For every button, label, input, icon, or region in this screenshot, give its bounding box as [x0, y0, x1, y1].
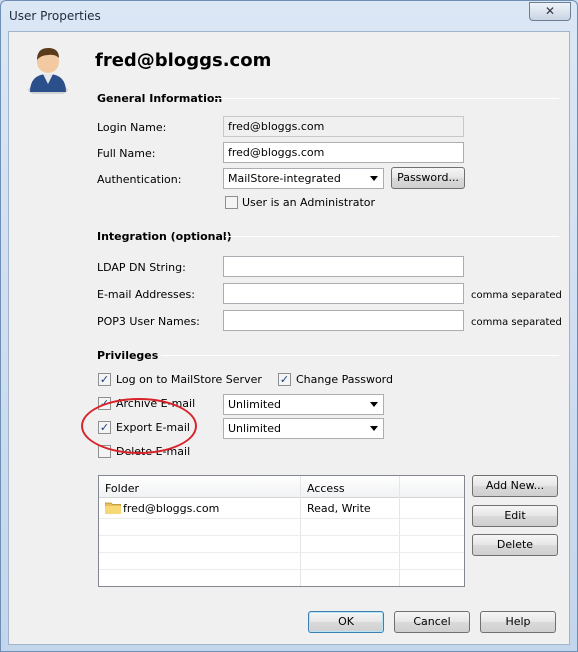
- email-addresses-field[interactable]: [223, 283, 464, 304]
- close-button[interactable]: ✕: [529, 2, 571, 21]
- integration-divider: [225, 236, 559, 237]
- column-header-folder[interactable]: Folder: [105, 482, 139, 495]
- edit-button[interactable]: Edit: [472, 505, 558, 527]
- pop3-label: POP3 User Names:: [97, 315, 200, 328]
- export-limit-select[interactable]: Unlimited: [223, 418, 384, 439]
- ldap-label: LDAP DN String:: [97, 261, 186, 274]
- privileges-divider: [161, 355, 559, 356]
- window-title: User Properties: [9, 9, 101, 23]
- title-bar[interactable]: User Properties ✕: [1, 1, 577, 31]
- general-divider: [215, 98, 559, 99]
- row-divider: [99, 552, 464, 553]
- table-row[interactable]: fred@bloggs.com Read, Write: [99, 499, 464, 518]
- folder-name: fred@bloggs.com: [123, 502, 220, 515]
- folder-access-table[interactable]: Folder Access fred@bloggs.com Read, Writ…: [98, 475, 465, 587]
- user-avatar-icon: [28, 48, 68, 94]
- row-divider: [99, 569, 464, 570]
- pop3-hint: comma separated: [471, 317, 562, 328]
- chevron-down-icon: [370, 402, 378, 407]
- row-divider: [99, 535, 464, 536]
- cancel-button[interactable]: Cancel: [394, 611, 470, 633]
- login-label: Login Name:: [97, 121, 167, 134]
- delete-button[interactable]: Delete: [472, 534, 558, 556]
- check-icon: ✓: [99, 373, 110, 386]
- row-divider: [99, 518, 464, 519]
- chevron-down-icon: [370, 426, 378, 431]
- fullname-label: Full Name:: [97, 147, 156, 160]
- ldap-dn-field[interactable]: [223, 256, 464, 277]
- highlight-annotation: [81, 398, 197, 454]
- general-section-title: General Information: [97, 92, 223, 105]
- chevron-down-icon: [370, 176, 378, 181]
- change-password-label: Change Password: [296, 373, 393, 386]
- dialog-client: fred@bloggs.com General Information Logi…: [8, 31, 570, 645]
- auth-label: Authentication:: [97, 173, 182, 186]
- export-limit-value: Unlimited: [228, 422, 281, 435]
- full-name-field[interactable]: fred@bloggs.com: [223, 142, 464, 163]
- user-heading: fred@bloggs.com: [95, 50, 272, 71]
- authentication-value: MailStore-integrated: [228, 172, 341, 185]
- email-hint: comma separated: [471, 290, 562, 301]
- close-icon: ✕: [544, 4, 556, 18]
- privileges-section-title: Privileges: [97, 349, 159, 362]
- authentication-select[interactable]: MailStore-integrated: [223, 168, 384, 189]
- column-header-access[interactable]: Access: [307, 482, 345, 495]
- integration-section-title: Integration (optional): [97, 230, 232, 243]
- folder-access: Read, Write: [307, 502, 371, 515]
- folder-icon: [105, 502, 121, 514]
- archive-limit-select[interactable]: Unlimited: [223, 394, 384, 415]
- password-button[interactable]: Password...: [391, 167, 465, 189]
- admin-label: User is an Administrator: [242, 196, 376, 209]
- logon-checkbox[interactable]: ✓: [98, 373, 111, 386]
- archive-limit-value: Unlimited: [228, 398, 281, 411]
- email-addresses-label: E-mail Addresses:: [97, 288, 195, 301]
- admin-checkbox[interactable]: [225, 196, 238, 209]
- change-password-checkbox[interactable]: ✓: [278, 373, 291, 386]
- pop3-usernames-field[interactable]: [223, 310, 464, 331]
- table-header: [99, 476, 464, 498]
- add-new-button[interactable]: Add New...: [472, 475, 558, 497]
- login-name-field[interactable]: fred@bloggs.com: [223, 116, 464, 137]
- ok-button[interactable]: OK: [308, 611, 384, 633]
- help-button[interactable]: Help: [480, 611, 556, 633]
- user-properties-window: User Properties ✕ fred@bloggs.com Genera…: [0, 0, 578, 652]
- logon-label: Log on to MailStore Server: [116, 373, 262, 386]
- check-icon: ✓: [279, 373, 290, 386]
